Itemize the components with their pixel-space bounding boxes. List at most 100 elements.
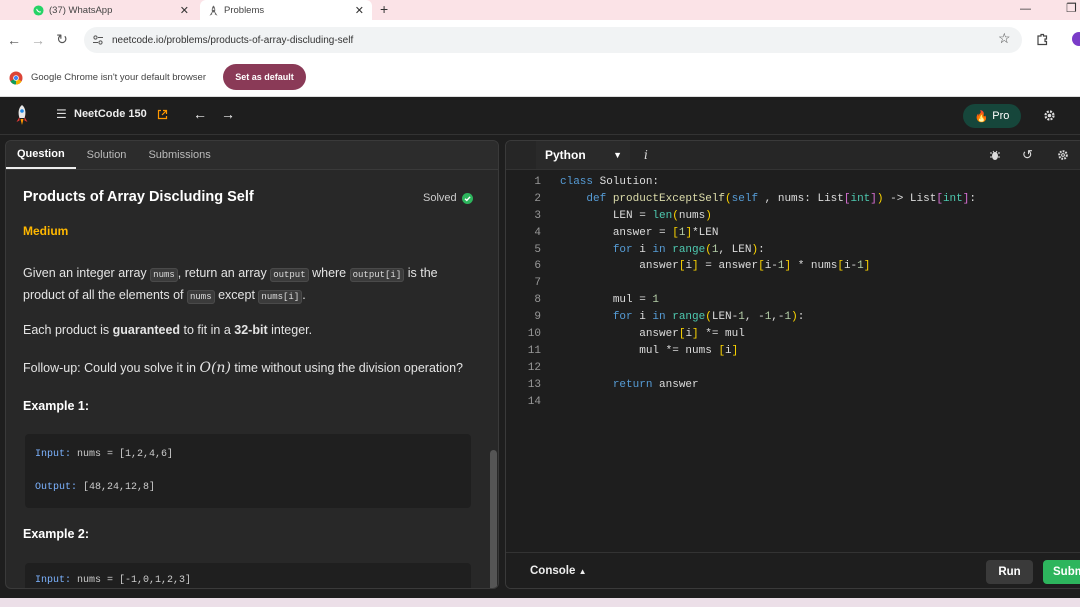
extensions-icon[interactable] xyxy=(1036,33,1049,46)
close-icon[interactable]: ✕ xyxy=(180,4,189,17)
profile-avatar[interactable] xyxy=(1072,32,1080,46)
math-expression: O(n) xyxy=(199,360,231,376)
forward-icon[interactable]: → xyxy=(26,32,50,48)
example-1-heading: Example 1: xyxy=(23,399,90,413)
code-line[interactable]: 3 LEN = len(nums) xyxy=(506,208,1080,225)
tab-submissions[interactable]: Submissions xyxy=(137,141,221,169)
code-line[interactable]: 12 xyxy=(506,360,1080,377)
neetcode-logo-icon[interactable] xyxy=(14,104,30,128)
chevron-down-icon: ▼ xyxy=(613,150,622,160)
gear-icon[interactable] xyxy=(1042,108,1057,123)
code-token: def xyxy=(586,192,613,205)
text: to fit in a xyxy=(183,323,231,337)
code-token: : xyxy=(758,243,765,256)
pro-label: Pro xyxy=(992,110,1010,122)
code-line[interactable]: 8 mul = 1 xyxy=(506,292,1080,309)
code-token: ( xyxy=(705,243,712,256)
code-token: [ xyxy=(672,226,679,239)
pro-button[interactable]: 🔥 Pro xyxy=(963,104,1021,128)
language-select[interactable]: Python ▼ xyxy=(536,141,630,169)
previous-problem-icon[interactable]: ← xyxy=(193,106,207,122)
problem-panel: Question Solution Submissions Products o… xyxy=(5,140,499,589)
code-token: : xyxy=(797,311,805,324)
debug-icon[interactable] xyxy=(989,149,1001,161)
browser-tab-strip: (37) WhatsApp ✕ Problems ✕ + ― ❐ xyxy=(0,0,1080,20)
code-text: def productExceptSelf(self , nums: List [… xyxy=(560,193,976,205)
minimize-icon[interactable]: ― xyxy=(1020,3,1031,15)
app-header: ☰ NeetCode 150 ← → 🔥 Pro xyxy=(0,97,1080,135)
code-line[interactable]: 9 for i in range(LEN-1, -1,-1): xyxy=(506,309,1080,326)
tab-question[interactable]: Question xyxy=(6,141,76,169)
problem-description: Given an integer array nums, return an a… xyxy=(23,263,473,307)
code-token: len xyxy=(652,209,673,222)
code-line[interactable]: 10 answer[i] *= mul xyxy=(506,326,1080,343)
code-line[interactable]: 13 return answer xyxy=(506,377,1080,394)
code-token: in xyxy=(652,243,673,256)
close-icon[interactable]: ✕ xyxy=(355,4,364,17)
text: 32-bit xyxy=(234,323,268,337)
desc-text: where xyxy=(312,266,347,280)
maximize-icon[interactable]: ❐ xyxy=(1066,1,1077,15)
inline-code: output xyxy=(270,268,309,282)
settings-icon[interactable] xyxy=(1057,149,1069,161)
code-line[interactable]: 6 answer[i] = answer[i-1] * nums[i-1] xyxy=(506,258,1080,275)
line-number: 3 xyxy=(534,209,541,222)
line-number: 7 xyxy=(534,277,541,290)
bookmark-star-icon[interactable]: ☆ xyxy=(998,30,1011,47)
site-info-icon[interactable] xyxy=(92,34,104,46)
code-token: Solution: xyxy=(599,176,660,188)
scrollbar[interactable] xyxy=(490,450,497,588)
flame-icon: 🔥 xyxy=(974,110,989,123)
default-browser-infobar: Google Chrome isn't your default browser… xyxy=(0,59,1080,97)
code-line[interactable]: 11 mul *= nums [i] xyxy=(506,343,1080,360)
example-2-heading: Example 2: xyxy=(23,527,90,541)
code-editor[interactable]: 1 class Solution: 2 def productExceptSelf(… xyxy=(506,174,1080,410)
code-token: [ xyxy=(837,260,844,273)
code-token: 1 xyxy=(857,260,864,273)
code-token: [ xyxy=(758,260,765,273)
code-token: : xyxy=(969,192,976,205)
code-line[interactable]: 14 xyxy=(506,394,1080,411)
url-text: neetcode.io/problems/products-of-array-d… xyxy=(112,34,354,46)
code-line[interactable]: 2 def productExceptSelf(self , nums: Lis… xyxy=(506,191,1080,208)
code-token: * nums xyxy=(791,260,838,273)
back-icon[interactable]: ← xyxy=(2,32,26,48)
code-token: ] xyxy=(692,328,699,341)
next-problem-icon[interactable]: → xyxy=(221,106,235,122)
code-line[interactable]: 4 answer = [1]*LEN xyxy=(506,225,1080,242)
code-line[interactable]: 7 xyxy=(506,275,1080,292)
run-button[interactable]: Run xyxy=(986,560,1033,584)
browser-tab-title: Problems xyxy=(224,4,265,16)
code-token: return xyxy=(612,378,660,391)
new-tab-button[interactable]: + xyxy=(380,1,388,17)
code-token: 1 xyxy=(738,311,745,324)
submit-button[interactable]: Subm xyxy=(1043,560,1080,584)
set-default-button[interactable]: Set as default xyxy=(223,64,306,90)
line-number: 4 xyxy=(534,226,541,239)
code-line[interactable]: 1 class Solution: xyxy=(506,174,1080,191)
address-bar[interactable]: neetcode.io/problems/products-of-array-d… xyxy=(84,27,1022,53)
input-value: nums = [-1,0,1,2,3] xyxy=(77,575,192,586)
tab-solution[interactable]: Solution xyxy=(76,141,138,169)
info-icon[interactable]: i xyxy=(644,148,648,162)
input-label: Input: xyxy=(35,575,72,586)
code-token: = answer xyxy=(698,260,759,273)
code-token: i- xyxy=(843,260,858,273)
browser-tab-problems[interactable]: Problems ✕ xyxy=(200,0,372,20)
list-menu-icon[interactable]: ☰ xyxy=(56,107,67,121)
reset-icon[interactable]: ↺ xyxy=(1022,147,1033,163)
external-link-icon[interactable] xyxy=(157,109,168,120)
problem-list-name[interactable]: NeetCode 150 xyxy=(74,108,147,120)
browser-tab-whatsapp[interactable]: (37) WhatsApp ✕ xyxy=(25,0,197,20)
console-toggle[interactable]: Console ▲ xyxy=(530,565,587,577)
code-line[interactable]: 5 for i in range(1, LEN): xyxy=(506,242,1080,259)
text: guaranteed xyxy=(112,323,181,337)
code-text: LEN = len(nums) xyxy=(560,210,712,222)
reload-icon[interactable]: ↻ xyxy=(50,31,74,48)
desc-text: product of all the elements of xyxy=(23,288,184,302)
code-text: mul = 1 xyxy=(560,294,659,306)
code-token: mul *= nums xyxy=(639,344,719,357)
code-token: range xyxy=(672,311,706,324)
text: Each product is xyxy=(23,323,110,337)
output-label: Output: xyxy=(35,482,78,493)
